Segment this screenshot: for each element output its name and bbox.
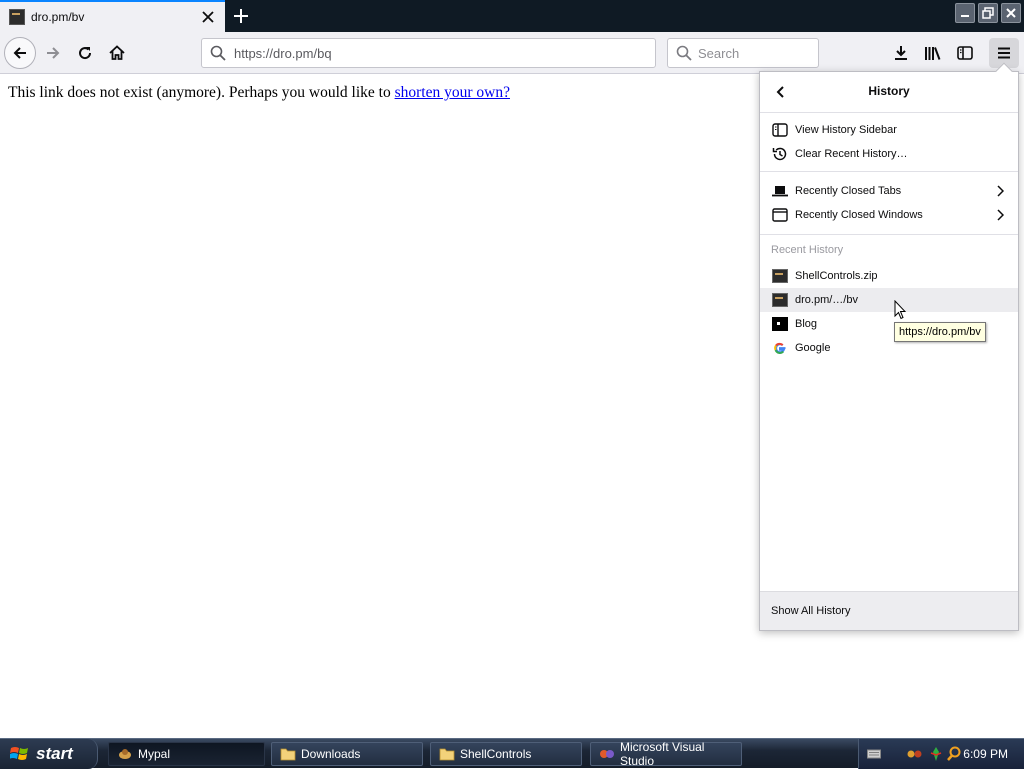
tab-title: dro.pm/bv bbox=[31, 10, 85, 24]
reload-button[interactable] bbox=[70, 38, 100, 68]
item-label: Recently Closed Windows bbox=[795, 209, 923, 221]
taskbar-label: ShellControls bbox=[460, 747, 532, 761]
history-entry-label: dro.pm/…/bv bbox=[795, 294, 858, 306]
history-entry-label: Google bbox=[795, 342, 831, 354]
taskbar-button-downloads[interactable]: Downloads bbox=[271, 742, 423, 766]
taskbar: start Mypal Downloads ShellControls Micr… bbox=[0, 738, 1024, 769]
closed-tab-icon bbox=[772, 183, 788, 199]
downloads-button[interactable] bbox=[886, 38, 916, 68]
browser-tab[interactable]: dro.pm/bv bbox=[0, 2, 225, 32]
clear-recent-history-item[interactable]: Clear Recent History… bbox=[760, 142, 1018, 166]
folder-icon bbox=[439, 746, 455, 762]
blog-favicon-icon bbox=[772, 316, 788, 332]
history-entry-label: ShellControls.zip bbox=[795, 270, 878, 282]
window-icon bbox=[772, 207, 788, 223]
taskbar-button-mypal[interactable]: Mypal bbox=[108, 742, 265, 766]
history-clock-icon bbox=[772, 146, 788, 162]
recent-history-label: Recent History bbox=[771, 244, 844, 256]
recently-closed-tabs-item[interactable]: Recently Closed Tabs bbox=[760, 179, 1018, 203]
divider bbox=[760, 234, 1018, 235]
url-bar[interactable]: https://dro.pm/bq bbox=[201, 38, 656, 68]
folder-icon bbox=[280, 746, 296, 762]
search-bar[interactable]: Search bbox=[667, 38, 819, 68]
history-entry[interactable]: ShellControls.zip bbox=[760, 264, 1018, 288]
history-panel: History View History Sidebar Clear Recen… bbox=[759, 62, 1019, 631]
sidebar-icon bbox=[772, 122, 788, 138]
divider bbox=[760, 112, 1018, 113]
item-label: View History Sidebar bbox=[795, 124, 897, 136]
back-button[interactable] bbox=[4, 37, 36, 69]
keyboard-icon[interactable] bbox=[867, 748, 881, 760]
search-icon bbox=[210, 45, 226, 61]
message-text: This link does not exist (anymore). Perh… bbox=[8, 84, 391, 101]
page-message: This link does not exist (anymore). Perh… bbox=[8, 84, 510, 102]
clock: 6:09 PM bbox=[963, 747, 1008, 761]
taskbar-label: Mypal bbox=[138, 747, 171, 761]
taskbar-label: Downloads bbox=[301, 747, 361, 761]
taskbar-button-visual-studio[interactable]: Microsoft Visual Studio bbox=[590, 740, 742, 768]
panel-title: History bbox=[868, 84, 910, 98]
show-all-history-button[interactable]: Show All History bbox=[760, 591, 1018, 630]
url-tooltip: https://dro.pm/bv bbox=[894, 322, 986, 342]
mouse-cursor-icon bbox=[894, 299, 907, 325]
network-icon[interactable] bbox=[907, 747, 923, 761]
mypal-icon bbox=[117, 746, 133, 762]
library-button[interactable] bbox=[918, 38, 948, 68]
item-label: Clear Recent History… bbox=[795, 148, 908, 160]
start-label: start bbox=[36, 744, 73, 763]
tab-favicon-icon bbox=[9, 9, 25, 25]
tab-close-icon[interactable] bbox=[199, 8, 217, 26]
item-label: Recently Closed Tabs bbox=[795, 185, 902, 197]
recently-closed-windows-item[interactable]: Recently Closed Windows bbox=[760, 203, 1018, 227]
start-button[interactable]: start bbox=[0, 739, 98, 769]
home-button[interactable] bbox=[102, 38, 132, 68]
taskbar-label: Microsoft Visual Studio bbox=[620, 740, 705, 768]
forward-button[interactable] bbox=[38, 38, 68, 68]
antivirus-icon[interactable] bbox=[929, 746, 943, 762]
tab-strip: dro.pm/bv bbox=[0, 0, 1024, 32]
favicon-icon bbox=[772, 268, 788, 284]
visual-studio-icon bbox=[599, 746, 615, 762]
history-entry[interactable]: dro.pm/…/bv bbox=[760, 288, 1018, 312]
restore-button[interactable] bbox=[978, 3, 998, 23]
url-text: https://dro.pm/bq bbox=[234, 45, 332, 61]
divider bbox=[760, 171, 1018, 172]
search-placeholder: Search bbox=[698, 45, 740, 61]
shorten-link[interactable]: shorten your own? bbox=[395, 84, 510, 101]
search-icon bbox=[676, 45, 692, 61]
system-tray: 6:09 PM bbox=[858, 739, 1024, 769]
search-tray-icon[interactable] bbox=[947, 746, 961, 762]
google-icon bbox=[772, 340, 788, 356]
chevron-right-icon bbox=[992, 183, 1008, 199]
new-tab-button[interactable] bbox=[229, 5, 253, 27]
close-window-button[interactable] bbox=[1001, 3, 1021, 23]
taskbar-button-shellcontrols[interactable]: ShellControls bbox=[430, 742, 582, 766]
windows-logo-icon bbox=[10, 745, 30, 763]
minimize-button[interactable] bbox=[955, 3, 975, 23]
chevron-right-icon bbox=[992, 207, 1008, 223]
sidebar-toggle-button[interactable] bbox=[950, 38, 980, 68]
footer-label: Show All History bbox=[771, 605, 851, 617]
view-history-sidebar-item[interactable]: View History Sidebar bbox=[760, 118, 1018, 142]
panel-header: History bbox=[760, 76, 1018, 108]
navigation-toolbar: https://dro.pm/bq Search bbox=[0, 32, 1024, 74]
favicon-icon bbox=[772, 292, 788, 308]
